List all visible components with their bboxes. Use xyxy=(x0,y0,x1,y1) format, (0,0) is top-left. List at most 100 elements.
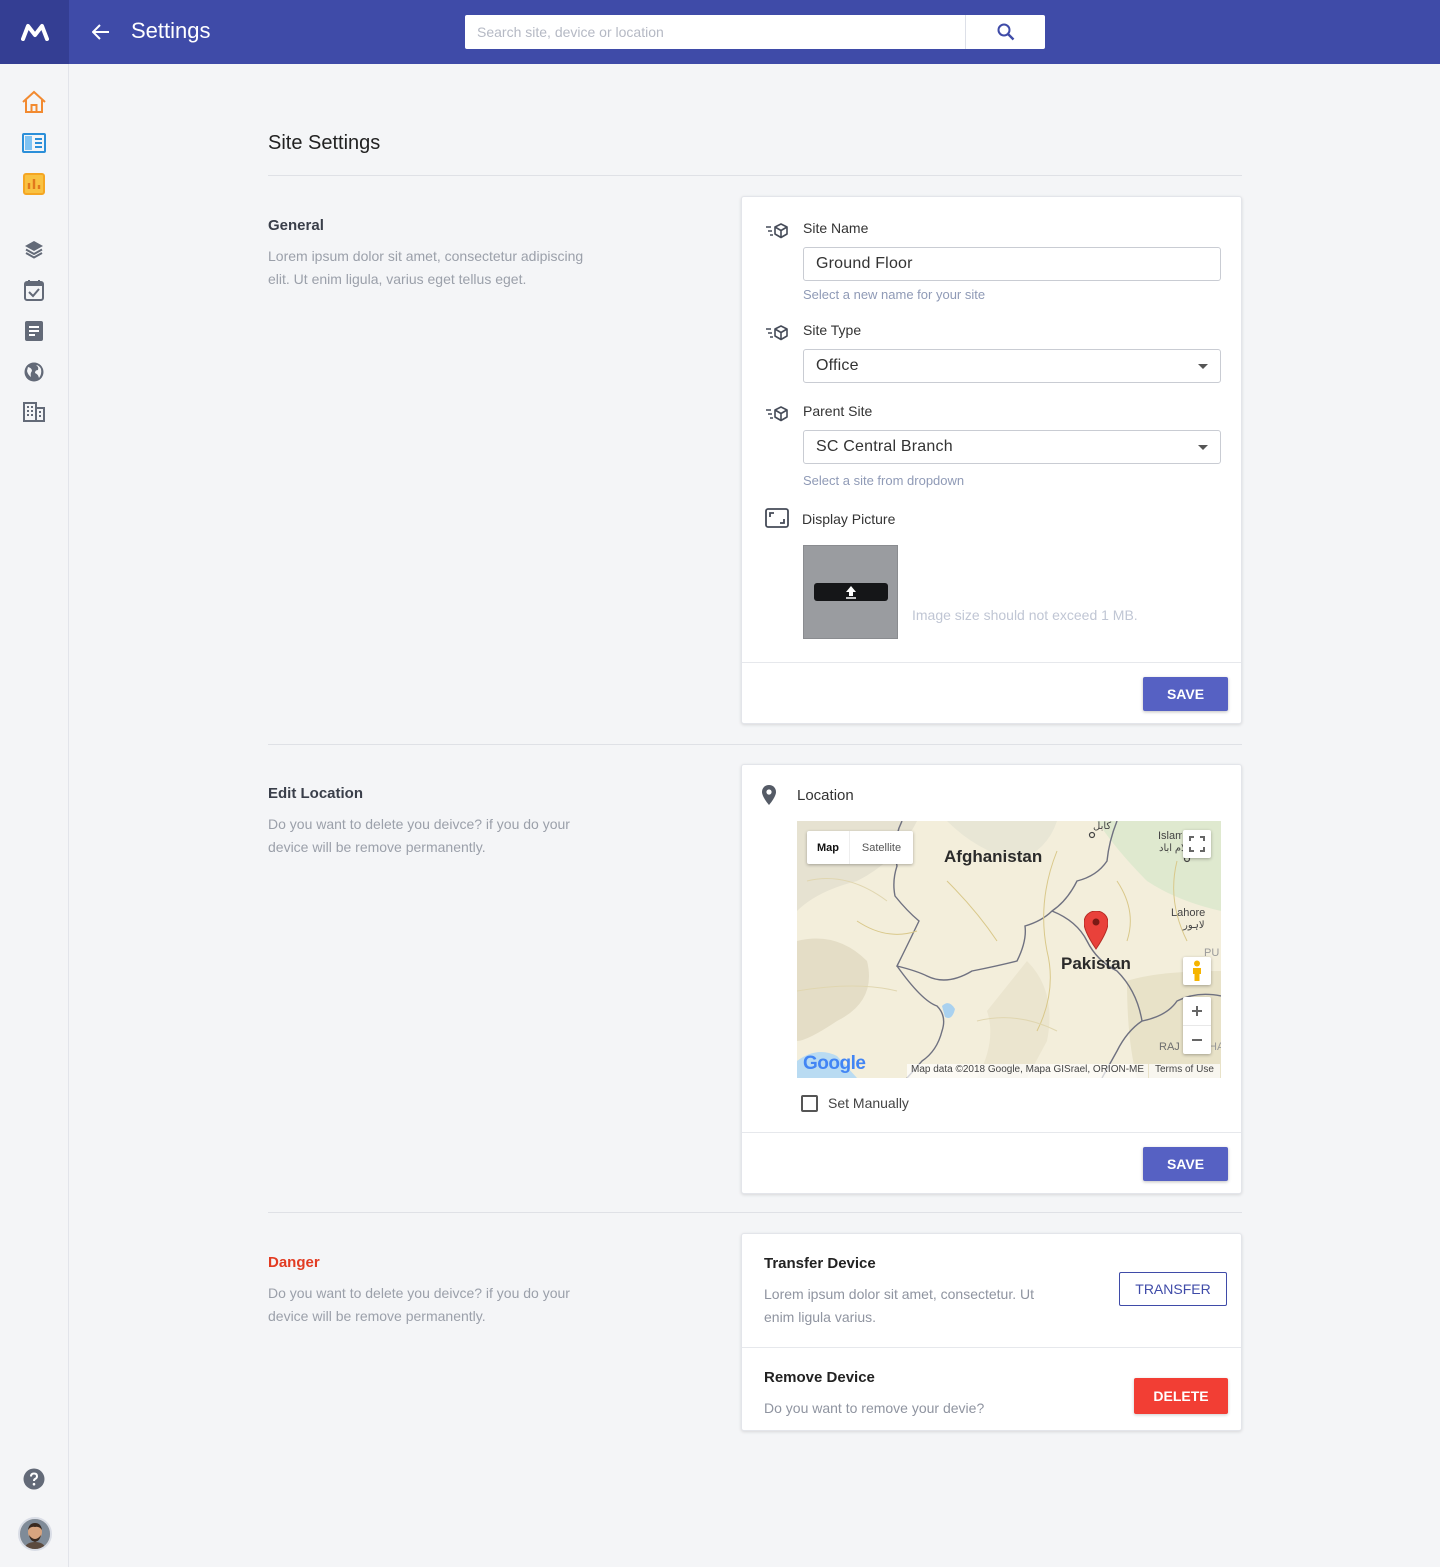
site-type-label: Site Type xyxy=(803,322,862,338)
map-label-afghanistan: Afghanistan xyxy=(944,847,1043,866)
map-type-control: Map Satellite xyxy=(807,831,913,864)
danger-card: Transfer Device Lorem ipsum dolor sit am… xyxy=(741,1233,1242,1431)
calendar-check-icon xyxy=(24,280,44,301)
save-location-button[interactable]: SAVE xyxy=(1143,1147,1228,1181)
transfer-device-title: Transfer Device xyxy=(764,1255,876,1272)
card-divider xyxy=(742,1132,1241,1133)
location-pin-icon xyxy=(762,785,776,810)
back-button[interactable] xyxy=(86,17,116,47)
image-size-note: Image size should not exceed 1 MB. xyxy=(912,607,1138,623)
location-section-title: Edit Location xyxy=(268,785,363,802)
page-title: Settings xyxy=(131,18,211,43)
image-frame-icon xyxy=(764,508,790,528)
parent-site-label: Parent Site xyxy=(803,403,873,419)
location-card: Location Map Satellite Afghanistan Pakis… xyxy=(741,764,1242,1194)
general-section-description: Lorem ipsum dolor sit amet, consectetur … xyxy=(268,248,584,287)
general-card: Site Name Ground Floor Select a new name… xyxy=(741,196,1242,724)
display-picture-label: Display Picture xyxy=(802,511,896,527)
site-type-select[interactable]: Office xyxy=(803,349,1221,383)
card-divider xyxy=(742,662,1241,663)
save-general-button[interactable]: SAVE xyxy=(1143,677,1228,711)
sidebar xyxy=(0,64,69,1567)
bar-chart-icon xyxy=(23,173,45,195)
chevron-down-icon xyxy=(1198,364,1208,369)
parent-site-select[interactable]: SC Central Branch xyxy=(803,430,1221,464)
site-name-label: Site Name xyxy=(803,220,869,236)
sidebar-item-library[interactable] xyxy=(20,129,48,157)
divider xyxy=(268,1212,1242,1213)
map-street-view-button[interactable] xyxy=(1183,957,1211,985)
danger-section-description: Do you want to delete you deivce? if you… xyxy=(268,1285,570,1324)
fullscreen-icon xyxy=(1189,836,1205,852)
search-input[interactable] xyxy=(465,15,965,49)
arrow-left-icon xyxy=(92,24,109,40)
map-label-islamabad-urdu: اسلام آباد xyxy=(1159,843,1183,854)
sidebar-item-home[interactable] xyxy=(20,88,48,116)
minus-icon xyxy=(1192,1038,1202,1041)
help-icon xyxy=(23,1468,45,1490)
divider xyxy=(268,175,1242,176)
sidebar-item-help[interactable] xyxy=(20,1465,48,1493)
map-fullscreen-button[interactable] xyxy=(1183,830,1211,858)
remove-device-description: Do you want to remove your devie? xyxy=(764,1400,985,1416)
cube-icon xyxy=(764,404,790,424)
top-bar: Settings xyxy=(0,0,1440,64)
avatar[interactable] xyxy=(18,1517,52,1551)
delete-button[interactable]: DELETE xyxy=(1134,1378,1228,1414)
remove-device-title: Remove Device xyxy=(764,1369,875,1386)
upload-bar xyxy=(813,583,888,601)
sidebar-item-globe[interactable] xyxy=(20,358,48,386)
home-icon xyxy=(22,90,46,113)
google-logo: Google xyxy=(803,1053,866,1074)
transfer-button[interactable]: TRANSFER xyxy=(1119,1272,1227,1306)
chevron-down-icon xyxy=(1198,445,1208,450)
search-button[interactable] xyxy=(965,15,1045,49)
sidebar-item-calendar[interactable] xyxy=(20,276,48,304)
card-divider xyxy=(742,1347,1241,1348)
cube-icon xyxy=(764,323,790,343)
set-manually-label: Set Manually xyxy=(828,1095,909,1111)
layers-icon xyxy=(25,241,43,259)
pegman-icon xyxy=(1193,960,1201,981)
globe-icon xyxy=(24,362,44,382)
divider xyxy=(268,744,1242,745)
site-name-field[interactable]: Ground Floor xyxy=(803,247,1221,281)
search-icon xyxy=(997,23,1014,41)
section-page-heading: Site Settings xyxy=(268,132,381,154)
zoom-in-button[interactable] xyxy=(1183,998,1211,1026)
sidebar-item-reports[interactable] xyxy=(20,170,48,198)
map-view[interactable]: Map Satellite Afghanistan Pakistan Lahor… xyxy=(797,821,1221,1078)
general-section-title: General xyxy=(268,217,324,234)
map-type-satellite[interactable]: Satellite xyxy=(849,831,913,864)
set-manually-checkbox[interactable] xyxy=(801,1095,818,1112)
map-zoom-control xyxy=(1183,997,1211,1054)
plus-icon xyxy=(1192,1006,1202,1016)
map-label-kabul: کابل xyxy=(1093,821,1112,832)
cube-icon xyxy=(764,221,790,241)
sidebar-item-buildings[interactable] xyxy=(20,398,48,426)
map-label-lahore: Lahore xyxy=(1171,907,1206,919)
sidebar-item-layers[interactable] xyxy=(20,235,48,263)
map-attribution: Map data ©2018 Google, Mapa GISrael, ORI… xyxy=(907,1064,1149,1078)
parent-site-hint: Select a site from dropdown xyxy=(803,473,965,488)
search-bar xyxy=(465,15,1045,49)
location-section-description: Do you want to delete you deivce? if you… xyxy=(268,816,570,855)
site-type-value: Office xyxy=(816,357,859,374)
map-label-lahore-urdu: لاہور xyxy=(1183,920,1205,931)
transfer-device-description: Lorem ipsum dolor sit amet, consectetur.… xyxy=(764,1286,1034,1325)
map-marker-icon[interactable] xyxy=(1084,911,1108,951)
location-card-title: Location xyxy=(797,787,854,804)
logo-icon xyxy=(20,24,49,41)
map-label-pakistan: Pakistan xyxy=(1061,954,1131,973)
map-terms-link[interactable]: Terms of Use xyxy=(1149,1064,1220,1078)
document-icon xyxy=(25,321,43,341)
zoom-out-button[interactable] xyxy=(1183,1026,1211,1054)
map-type-map[interactable]: Map xyxy=(807,831,849,864)
app-logo[interactable] xyxy=(0,0,69,64)
upload-picture-button[interactable] xyxy=(803,545,898,639)
sidebar-item-documents[interactable] xyxy=(20,317,48,345)
upload-arrow-icon xyxy=(845,586,856,599)
building-icon xyxy=(23,402,45,422)
danger-section-title: Danger xyxy=(268,1254,320,1271)
book-icon xyxy=(22,133,46,153)
